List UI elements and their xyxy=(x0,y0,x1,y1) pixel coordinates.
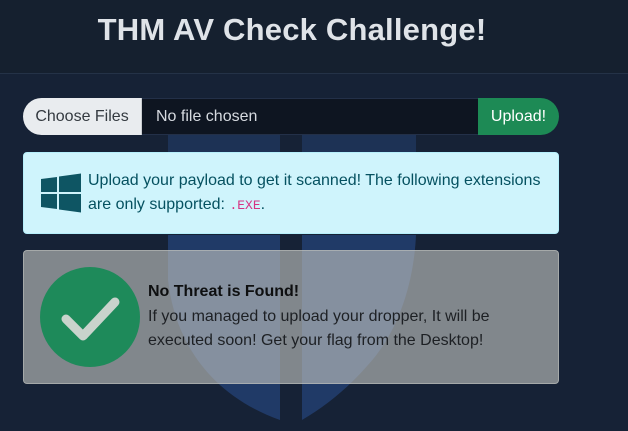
check-circle-icon xyxy=(40,267,140,367)
info-message: Upload your payload to get it scanned! T… xyxy=(88,169,548,218)
result-message: If you managed to upload your dropper, I… xyxy=(148,308,490,349)
result-title: No Threat is Found! xyxy=(148,283,300,300)
scan-result-alert: No Threat is Found! If you managed to up… xyxy=(23,250,559,384)
upload-button[interactable]: Upload! xyxy=(478,98,559,135)
windows-logo-icon xyxy=(41,173,81,213)
file-status-text: No file chosen xyxy=(142,98,478,135)
file-upload-group: Choose Files No file chosen Upload! xyxy=(23,98,559,135)
info-message-text: Upload your payload to get it scanned! T… xyxy=(88,172,541,213)
choose-files-button[interactable]: Choose Files xyxy=(23,98,142,135)
info-alert: Upload your payload to get it scanned! T… xyxy=(23,152,559,234)
page-title: THM AV Check Challenge! xyxy=(97,12,487,47)
info-message-suffix: . xyxy=(260,196,266,213)
supported-extension: .EXE xyxy=(229,198,261,213)
page-header: THM AV Check Challenge! xyxy=(0,0,628,74)
